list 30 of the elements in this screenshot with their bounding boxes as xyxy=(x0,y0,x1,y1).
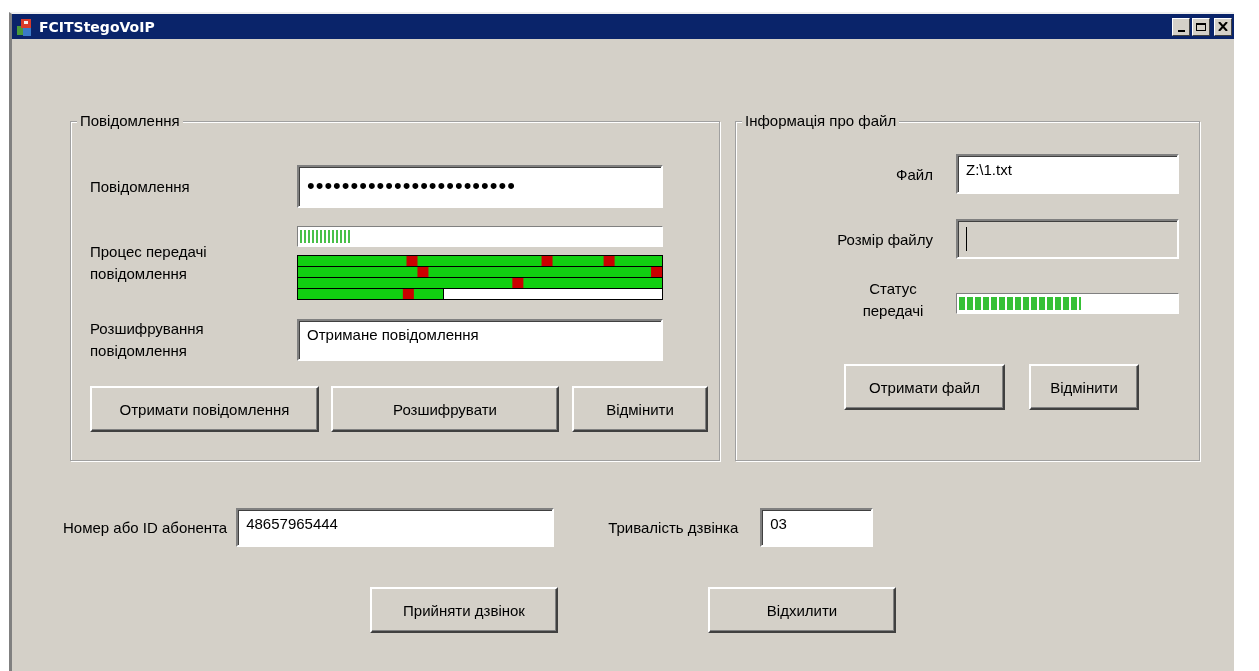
field-label: Процес передачі повідомлення xyxy=(90,242,208,284)
close-button[interactable] xyxy=(1214,17,1232,36)
group-title: Інформація про файл xyxy=(742,112,900,130)
field-label: Повідомлення xyxy=(90,178,191,195)
window-title: FCITStegoVoIP xyxy=(39,18,156,35)
button[interactable]: Отримати файл xyxy=(844,364,1005,410)
field-label: Номер або ID абонента xyxy=(63,519,228,536)
text-cursor xyxy=(966,227,967,251)
button[interactable]: Розшифрувати xyxy=(331,386,559,432)
button[interactable]: Прийняти дзвінок xyxy=(370,587,558,633)
button[interactable]: Відхилити xyxy=(708,587,896,633)
maximize-icon xyxy=(1196,22,1206,31)
field-label: Файл xyxy=(895,165,933,183)
close-icon xyxy=(1218,22,1228,31)
maximize-button[interactable] xyxy=(1192,17,1210,36)
field-label: Статус передачі xyxy=(861,279,925,321)
field-label: Розмір файлу xyxy=(836,230,933,248)
button[interactable]: Отримати повідомлення xyxy=(90,386,319,432)
button[interactable]: Відмінити xyxy=(572,386,708,432)
group-title: Повідомлення xyxy=(77,112,183,130)
text-field[interactable]: 48657965444 xyxy=(236,508,555,547)
text-field[interactable]: Отримане повідомлення xyxy=(297,319,663,361)
field-label: Розшифрування повідомлення xyxy=(90,319,205,361)
text-field[interactable]: Z:\1.txt xyxy=(956,154,1179,194)
minimize-icon xyxy=(1177,29,1185,32)
password-field[interactable]: •••••••••••••••••••••••• xyxy=(297,165,663,208)
text-field[interactable]: 03 xyxy=(760,508,874,547)
minimize-button[interactable] xyxy=(1172,17,1190,36)
field-label: Тривалість дзвінка xyxy=(608,519,739,536)
button[interactable]: Відмінити xyxy=(1029,364,1139,410)
